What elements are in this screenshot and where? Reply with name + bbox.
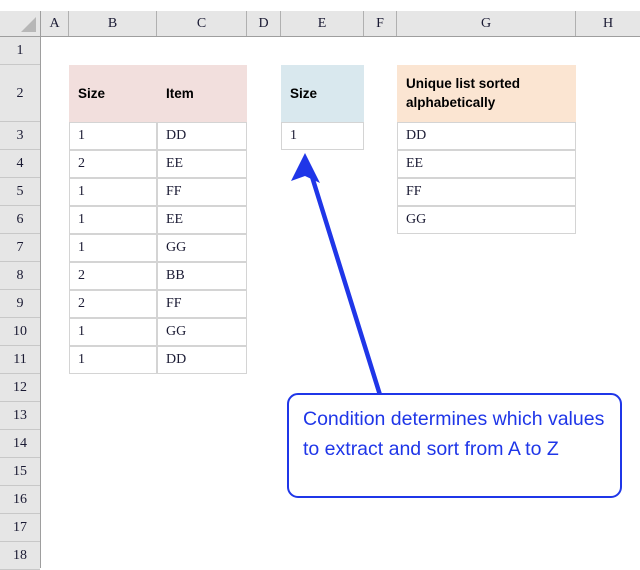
row-header-label: 10 xyxy=(13,324,27,339)
row-header-7[interactable]: 7 xyxy=(0,234,40,262)
row-header-6[interactable]: 6 xyxy=(0,206,40,234)
row-header-label: 18 xyxy=(13,548,27,563)
result-value-cell[interactable]: DD xyxy=(397,122,576,150)
row-header-12[interactable]: 12 xyxy=(0,374,40,402)
row-header-label: 16 xyxy=(13,492,27,507)
row-header-label: 6 xyxy=(16,212,24,227)
source-item-cell[interactable]: DD xyxy=(157,122,247,150)
row-header-label: 15 xyxy=(13,464,27,479)
source-item-cell[interactable]: DD xyxy=(157,346,247,374)
row-header-2[interactable]: 2 xyxy=(0,65,40,122)
source-size-cell[interactable]: 1 xyxy=(69,122,157,150)
column-header-d[interactable]: D xyxy=(247,11,281,36)
column-header-g[interactable]: G xyxy=(397,11,576,36)
row-header-17[interactable]: 17 xyxy=(0,514,40,542)
row-header-8[interactable]: 8 xyxy=(0,262,40,290)
row-header-14[interactable]: 14 xyxy=(0,430,40,458)
row-header-label: 12 xyxy=(13,380,27,395)
row-header-3[interactable]: 3 xyxy=(0,122,40,150)
result-value-cell[interactable]: GG xyxy=(397,206,576,234)
select-all-triangle-icon xyxy=(21,17,36,32)
source-size-cell[interactable]: 1 xyxy=(69,178,157,206)
row-header-label: 14 xyxy=(13,436,27,451)
row-header-label: 4 xyxy=(16,156,24,171)
source-item-cell[interactable]: EE xyxy=(157,206,247,234)
column-header-f[interactable]: F xyxy=(364,11,397,36)
row-header-18[interactable]: 18 xyxy=(0,542,40,570)
row-header-strip: 1 2 3 4 5 6 7 8 9 10 11 12 13 14 15 16 1… xyxy=(0,37,41,570)
source-size-cell[interactable]: 1 xyxy=(69,234,157,262)
row-header-label: 9 xyxy=(16,296,24,311)
source-size-cell[interactable]: 2 xyxy=(69,262,157,290)
result-value-cell[interactable]: FF xyxy=(397,178,576,206)
column-header-h[interactable]: H xyxy=(576,11,640,36)
row-header-label: 13 xyxy=(13,408,27,423)
source-item-cell[interactable]: BB xyxy=(157,262,247,290)
column-header-c[interactable]: C xyxy=(157,11,247,36)
row-header-label: 3 xyxy=(16,128,24,143)
column-header-a[interactable]: A xyxy=(41,11,69,36)
source-size-cell[interactable]: 1 xyxy=(69,318,157,346)
row-header-1[interactable]: 1 xyxy=(0,37,40,65)
source-item-cell[interactable]: GG xyxy=(157,234,247,262)
row-header-16[interactable]: 16 xyxy=(0,486,40,514)
row-header-label: 1 xyxy=(16,43,24,58)
result-table-header[interactable]: Unique list sorted alphabetically xyxy=(397,65,576,122)
row-header-4[interactable]: 4 xyxy=(0,150,40,178)
row-header-11[interactable]: 11 xyxy=(0,346,40,374)
source-size-cell[interactable]: 2 xyxy=(69,150,157,178)
row-header-15[interactable]: 15 xyxy=(0,458,40,486)
column-header-b[interactable]: B xyxy=(69,11,157,36)
source-item-cell[interactable]: FF xyxy=(157,290,247,318)
row-header-label: 8 xyxy=(16,268,24,283)
row-header-9[interactable]: 9 xyxy=(0,290,40,318)
source-item-cell[interactable]: FF xyxy=(157,178,247,206)
row-header-5[interactable]: 5 xyxy=(0,178,40,206)
source-table-header-item[interactable]: Item xyxy=(157,65,247,122)
annotation-callout-text: Condition determines which values to ext… xyxy=(303,408,605,460)
row-header-label: 5 xyxy=(16,184,24,199)
spreadsheet-grid: A B C D E F G H 1 2 3 4 5 6 7 8 9 10 11 … xyxy=(0,0,640,570)
row-header-13[interactable]: 13 xyxy=(0,402,40,430)
source-size-cell[interactable]: 2 xyxy=(69,290,157,318)
source-table-header-size[interactable]: Size xyxy=(69,65,157,122)
condition-table-header-size[interactable]: Size xyxy=(281,65,364,122)
column-header-strip: A B C D E F G H xyxy=(0,11,640,37)
annotation-callout[interactable]: Condition determines which values to ext… xyxy=(287,393,622,498)
source-size-cell[interactable]: 1 xyxy=(69,346,157,374)
column-header-e[interactable]: E xyxy=(281,11,364,36)
result-value-cell[interactable]: EE xyxy=(397,150,576,178)
annotation-arrow-icon xyxy=(291,153,383,398)
row-header-10[interactable]: 10 xyxy=(0,318,40,346)
row-header-label: 11 xyxy=(13,352,27,367)
source-size-cell[interactable]: 1 xyxy=(69,206,157,234)
source-item-cell[interactable]: GG xyxy=(157,318,247,346)
select-all-corner[interactable] xyxy=(0,11,41,37)
row-header-label: 17 xyxy=(13,520,27,535)
row-header-label: 2 xyxy=(16,86,24,101)
source-item-cell[interactable]: EE xyxy=(157,150,247,178)
row-header-label: 7 xyxy=(16,240,24,255)
